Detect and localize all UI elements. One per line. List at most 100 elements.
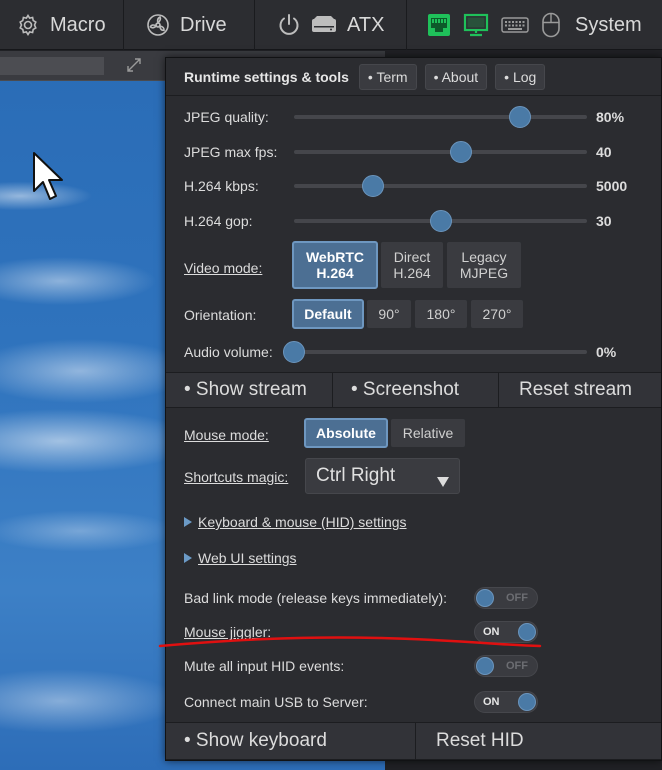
fan-icon xyxy=(146,13,170,37)
jpeg-fps-slider[interactable] xyxy=(294,141,587,163)
mouse-mode-label: Mouse mode: xyxy=(184,427,269,443)
reset-stream-button[interactable]: Reset stream xyxy=(499,373,661,407)
power-icon xyxy=(277,13,301,37)
slider-label: H.264 kbps: xyxy=(184,178,259,194)
toggle-state: ON xyxy=(483,696,500,708)
toggle-state: ON xyxy=(483,626,500,638)
slider-knob[interactable] xyxy=(362,175,385,197)
video-mode-selector: WebRTC H.264 Direct H.264 Legacy MJPEG xyxy=(292,241,524,289)
mouse-mode-relative[interactable]: Relative xyxy=(390,418,466,448)
keyboard-icon xyxy=(501,16,529,34)
connect-usb-toggle[interactable]: ON xyxy=(474,691,538,713)
option-line1: Direct xyxy=(393,249,431,265)
slider-knob[interactable] xyxy=(283,341,305,363)
orientation-selector: Default 90° 180° 270° xyxy=(292,299,526,329)
shortcuts-magic-select[interactable]: Ctrl Right xyxy=(305,458,460,494)
screenshot-button[interactable]: • Screenshot xyxy=(333,373,499,407)
menu-system-label: System xyxy=(575,13,642,36)
toggle-knob xyxy=(476,657,494,675)
audio-volume-value: 0% xyxy=(596,344,617,360)
slider-value: 5000 xyxy=(596,178,628,194)
select-value: Ctrl Right xyxy=(316,465,396,486)
toggle-knob xyxy=(518,623,536,641)
video-mode-label: Video mode: xyxy=(184,260,263,276)
mouse-mode-absolute[interactable]: Absolute xyxy=(304,418,388,448)
term-button[interactable]: • Term xyxy=(358,63,417,90)
option-line2: H.264 xyxy=(316,265,354,281)
slider-value: 40 xyxy=(596,144,612,160)
video-mode-webrtc[interactable]: WebRTC H.264 xyxy=(292,241,378,289)
orientation-label: Orientation: xyxy=(184,307,257,323)
option-line1: WebRTC xyxy=(305,249,365,265)
mouse-jiggler-label: Mouse jiggler: xyxy=(184,624,272,640)
toggle-state: OFF xyxy=(506,592,528,604)
triangle-right-icon xyxy=(184,514,192,530)
slider-knob[interactable] xyxy=(508,106,531,128)
menu-macro[interactable]: Macro xyxy=(0,0,124,50)
option-line1: Legacy xyxy=(461,249,507,265)
menu-macro-label: Macro xyxy=(50,13,106,36)
slider-label: JPEG quality: xyxy=(184,109,269,125)
audio-volume-slider[interactable] xyxy=(283,341,587,363)
toggle-state: OFF xyxy=(506,660,528,672)
orientation-default[interactable]: Default xyxy=(292,299,364,329)
mouse-jiggler-toggle[interactable]: ON xyxy=(474,621,538,643)
toggle-knob xyxy=(518,693,536,711)
menu-system[interactable]: System xyxy=(407,0,662,50)
caret-down-icon xyxy=(437,471,449,493)
panel-header: Runtime settings & tools • Term • About … xyxy=(166,58,661,96)
audio-volume-label: Audio volume: xyxy=(184,344,273,360)
orientation-180[interactable]: 180° xyxy=(414,299,468,329)
orientation-90[interactable]: 90° xyxy=(366,299,412,329)
stream-title-bar xyxy=(0,57,104,75)
panel-title: Runtime settings & tools xyxy=(184,68,349,85)
video-mode-direct[interactable]: Direct H.264 xyxy=(380,241,444,289)
hdd-icon xyxy=(311,15,337,35)
triangle-right-icon xyxy=(184,550,192,566)
bad-link-mode-toggle[interactable]: OFF xyxy=(474,587,538,609)
hid-settings-expander[interactable]: Keyboard & mouse (HID) settings xyxy=(184,514,407,530)
menu-atx-label: ATX xyxy=(347,13,385,36)
slider-label: H.264 gop: xyxy=(184,213,253,229)
log-button[interactable]: • Log xyxy=(495,63,546,90)
stream-buttons-row: • Show stream • Screenshot Reset stream xyxy=(166,372,661,408)
toggle-knob xyxy=(476,589,494,607)
jpeg-quality-slider[interactable] xyxy=(294,106,587,128)
option-line2: MJPEG xyxy=(459,265,509,281)
cursor-icon xyxy=(32,151,66,208)
expander-label: Web UI settings xyxy=(198,550,297,566)
slider-knob[interactable] xyxy=(450,141,472,163)
hid-buttons-row: • Show keyboard Reset HID xyxy=(166,722,661,760)
video-mode-legacy[interactable]: Legacy MJPEG xyxy=(446,241,522,289)
expand-icon[interactable] xyxy=(126,57,142,78)
monitor-icon xyxy=(463,13,489,37)
menu-drive-label: Drive xyxy=(180,13,227,36)
slider-knob[interactable] xyxy=(429,210,452,232)
runtime-settings-panel: Runtime settings & tools • Term • About … xyxy=(165,57,662,761)
expander-label: Keyboard & mouse (HID) settings xyxy=(198,514,407,530)
show-stream-button[interactable]: • Show stream xyxy=(166,373,333,407)
about-button[interactable]: • About xyxy=(424,63,488,90)
shortcuts-magic-label: Shortcuts magic: xyxy=(184,469,289,485)
slider-value: 80% xyxy=(596,109,625,125)
gear-icon xyxy=(16,13,40,37)
mute-hid-toggle[interactable]: OFF xyxy=(474,655,538,677)
menu-drive[interactable]: Drive xyxy=(124,0,255,50)
slider-value: 30 xyxy=(596,213,612,229)
mouse-mode-selector: Absolute Relative xyxy=(304,418,468,448)
option-line2: H.264 xyxy=(393,265,431,281)
reset-hid-button[interactable]: Reset HID xyxy=(416,723,661,759)
h264-kbps-slider[interactable] xyxy=(294,175,587,197)
h264-gop-slider[interactable] xyxy=(294,210,587,232)
mouse-icon xyxy=(541,12,561,38)
top-menu-bar: Macro Drive ATX System xyxy=(0,0,662,50)
web-ui-settings-expander[interactable]: Web UI settings xyxy=(184,550,297,566)
show-keyboard-button[interactable]: • Show keyboard xyxy=(166,723,416,759)
mute-hid-label: Mute all input HID events: xyxy=(184,658,345,674)
ethernet-icon xyxy=(427,13,451,37)
slider-label: JPEG max fps: xyxy=(184,144,278,160)
connect-usb-label: Connect main USB to Server: xyxy=(184,694,368,710)
orientation-270[interactable]: 270° xyxy=(470,299,524,329)
menu-atx[interactable]: ATX xyxy=(255,0,407,50)
bad-link-mode-label: Bad link mode (release keys immediately)… xyxy=(184,590,447,606)
